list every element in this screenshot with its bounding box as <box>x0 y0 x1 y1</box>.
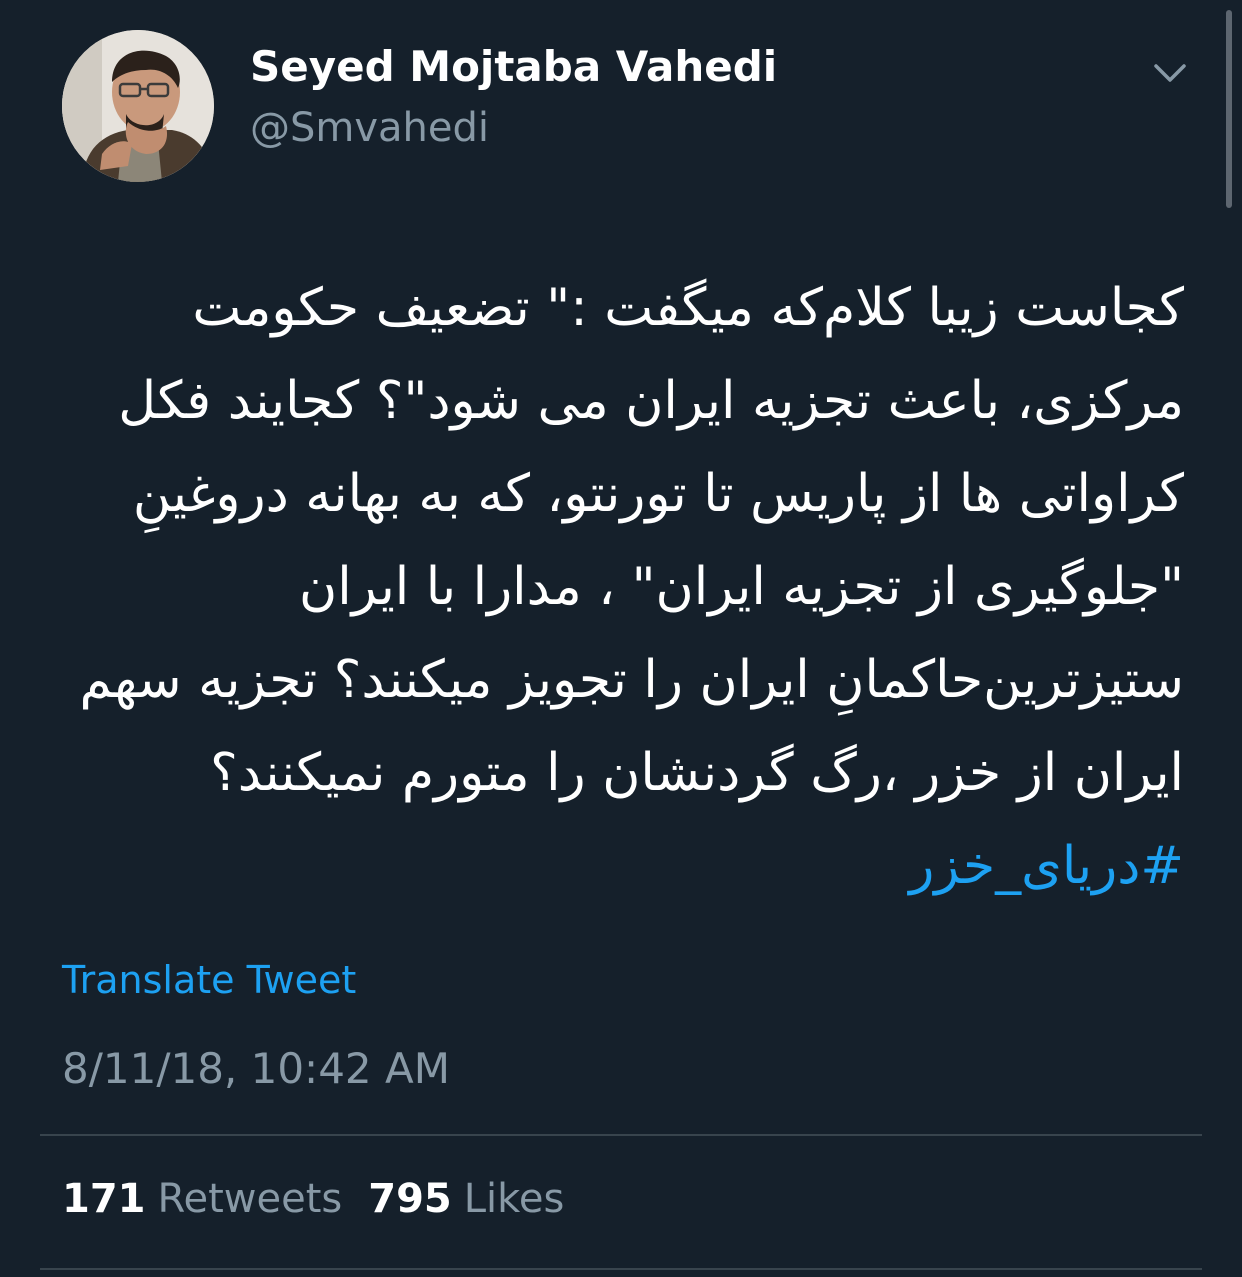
retweets-stat[interactable]: 171 Retweets <box>62 1176 342 1222</box>
likes-stat[interactable]: 795 Likes <box>368 1176 564 1222</box>
divider <box>40 1134 1202 1136</box>
scrollbar[interactable] <box>1226 10 1232 208</box>
tweet-detail: Seyed Mojtaba Vahedi @Smvahedi کجاست زیب… <box>0 0 1242 1277</box>
retweets-count: 171 <box>62 1176 146 1222</box>
author-display-name[interactable]: Seyed Mojtaba Vahedi <box>250 42 777 92</box>
avatar-image <box>62 30 214 182</box>
tweet-stats: 171 Retweets 795 Likes <box>62 1176 590 1222</box>
tweet-text: کجاست زیبا کلام‌که میگفت :" تضعیف حکومت … <box>60 262 1184 913</box>
tweet-timestamp: 8/11/18, 10:42 AM <box>62 1044 450 1093</box>
likes-count: 795 <box>368 1176 452 1222</box>
tweet-body: کجاست زیبا کلام‌که میگفت :" تضعیف حکومت … <box>79 278 1184 803</box>
author-handle[interactable]: @Smvahedi <box>250 104 489 152</box>
translate-tweet-link[interactable]: Translate Tweet <box>62 958 356 1002</box>
retweets-label: Retweets <box>157 1176 343 1222</box>
avatar[interactable] <box>62 30 214 182</box>
hashtag-link[interactable]: #دریای_خزر <box>909 836 1184 896</box>
divider <box>40 1268 1202 1270</box>
likes-label: Likes <box>463 1176 565 1222</box>
chevron-down-icon[interactable] <box>1148 58 1192 88</box>
